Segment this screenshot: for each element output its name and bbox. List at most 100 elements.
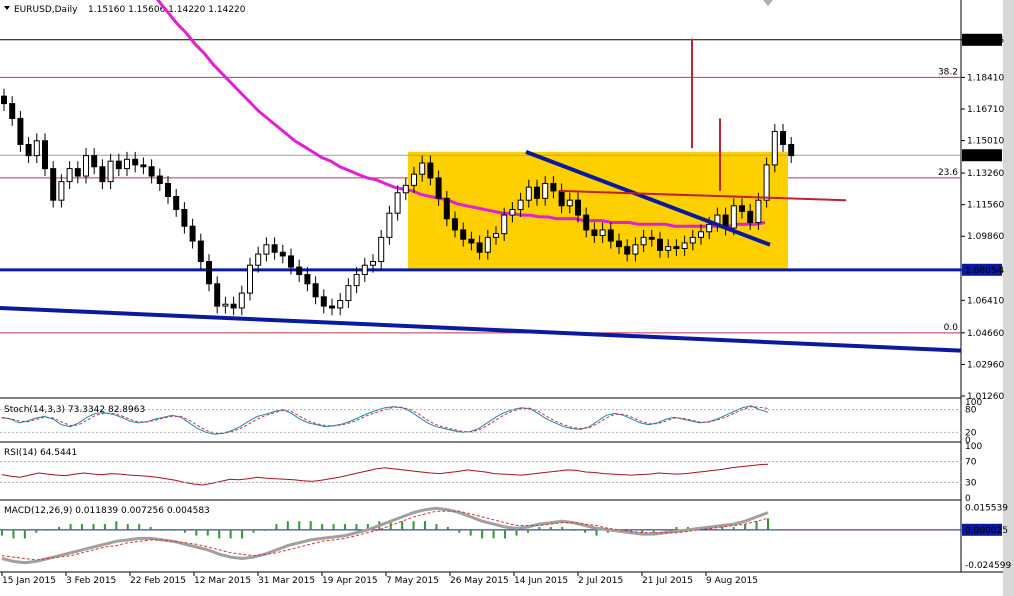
candle-body [599, 229, 606, 236]
macd-tag-label: 0.000025 [965, 526, 1008, 536]
candle-body [189, 225, 196, 242]
macd-histogram-bar [195, 529, 198, 536]
candle-body [91, 155, 98, 168]
candle-body [42, 140, 48, 170]
macd-histogram-bar [172, 529, 175, 531]
macd-histogram-bar [103, 524, 106, 530]
candle-body [411, 173, 417, 186]
price-tick-label: 1.09860 [967, 232, 1004, 242]
candle-body [271, 244, 278, 253]
candle-body [419, 162, 426, 175]
macd-histogram-bar [69, 524, 72, 530]
candle-body [771, 130, 778, 166]
candle-body [329, 305, 335, 309]
fib-level-label: 0.0 [944, 323, 959, 333]
macd-histogram-bar [675, 526, 678, 530]
macd-histogram-bar [504, 529, 507, 539]
candle-body [763, 164, 770, 201]
macd-histogram-bar [446, 526, 449, 530]
candle-body [501, 214, 508, 235]
candle-body [1, 95, 7, 105]
price-tick-label: 1.11560 [967, 201, 1004, 211]
time-tick-label: 22 Feb 2015 [130, 576, 186, 586]
candle-body [279, 251, 286, 257]
chart-header-symbol: EURUSD,Daily [14, 5, 78, 15]
fib-level-label: 23.6 [938, 168, 958, 178]
rsi-title: RSI(14) 64.5441 [4, 448, 77, 458]
macd-histogram-bar [149, 526, 152, 530]
price-tick-label: 1.15010 [967, 137, 1004, 147]
candle-body [624, 246, 631, 255]
macd-histogram-bar [652, 529, 655, 533]
candle-body [435, 177, 442, 199]
candle-body [370, 261, 376, 266]
candle-body [780, 130, 786, 145]
candle-body [107, 160, 114, 183]
macd-histogram-bar [23, 529, 26, 539]
macd-histogram-bar [115, 521, 118, 530]
price-tag-label: 1.20435 [965, 36, 1002, 46]
macd-histogram-bar [412, 521, 415, 530]
candle-body [353, 274, 360, 287]
candle-body [58, 181, 65, 201]
candle-body [673, 246, 680, 249]
time-tick-label: 7 May 2015 [386, 576, 439, 586]
candle-body [755, 199, 762, 223]
macd-histogram-bar [241, 529, 244, 539]
candle-body [345, 285, 352, 302]
macd-histogram-bar [321, 524, 324, 530]
macd-histogram-bar [755, 521, 758, 530]
macd-histogram-bar [46, 529, 49, 531]
candle-body [689, 236, 696, 244]
time-tick-label: 12 Mar 2015 [194, 576, 251, 586]
time-tick-label: 26 May 2015 [450, 576, 509, 586]
osc-tick-label: 100 [965, 442, 982, 452]
osc-tick-label: 30 [965, 478, 977, 488]
candle-body [288, 255, 294, 268]
macd-histogram-bar [12, 529, 15, 539]
macd-histogram-bar [458, 529, 461, 533]
macd-histogram-bar [252, 529, 255, 533]
macd-histogram-bar [92, 524, 95, 530]
candle-body [476, 242, 483, 253]
candle-body [66, 168, 73, 183]
candle-body [681, 242, 688, 249]
macd-histogram-bar [584, 529, 587, 533]
time-tick-label: 31 Mar 2015 [258, 576, 315, 586]
candle-body [238, 292, 245, 309]
macd-histogram-bar [549, 526, 552, 530]
time-tick-label: 14 Jun 2015 [514, 576, 568, 586]
price-tick-label: 1.06410 [967, 296, 1004, 306]
osc-tick-label: 70 [965, 458, 977, 468]
candle-body [747, 210, 754, 223]
chart-canvas[interactable]: EURUSD,Daily 1.15160 1.15606 1.14220 1.1… [0, 0, 1014, 596]
time-tick-label: 3 Feb 2015 [66, 576, 116, 586]
candle-body [566, 199, 573, 207]
stoch-title: Stoch(14,3,3) 73.3342 82.8963 [4, 405, 145, 415]
candle-body [558, 190, 565, 207]
candle-body [509, 208, 516, 216]
time-tick-label: 15 Jan 2015 [2, 576, 56, 586]
candle-body [525, 186, 532, 201]
candle-body [493, 233, 499, 238]
candle-body [648, 236, 655, 240]
time-tick-label: 21 Jul 2015 [642, 576, 693, 586]
macd-histogram-bar [355, 524, 358, 530]
time-tick-label: 2 Jul 2015 [578, 576, 623, 586]
osc-tick-label: 80 [965, 406, 977, 416]
candle-body [9, 103, 16, 119]
macd-histogram-bar [275, 524, 278, 530]
candle-body [296, 266, 303, 276]
macd-histogram-bar [561, 526, 564, 530]
macd-histogram-bar [298, 521, 301, 530]
candle-body [394, 192, 401, 214]
macd-histogram-bar [183, 529, 186, 533]
candle-body [698, 231, 704, 238]
candle-body [575, 199, 581, 216]
candle-body [468, 238, 475, 244]
macd-histogram-bar [126, 524, 129, 530]
candle-body [361, 264, 368, 276]
candle-body [263, 244, 270, 255]
candle-body [255, 253, 262, 266]
macd-histogram-bar [286, 521, 289, 530]
